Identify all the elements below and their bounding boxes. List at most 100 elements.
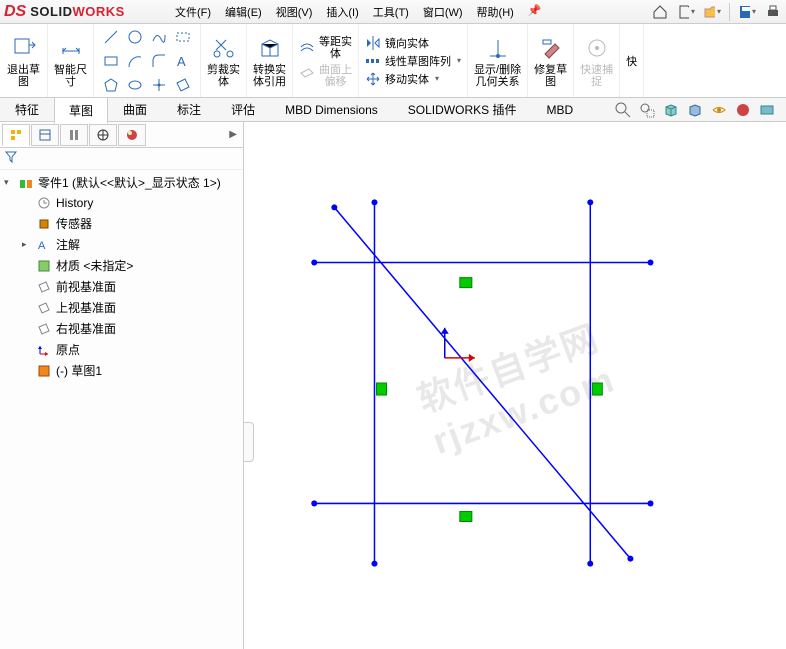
tab-sw-addin[interactable]: SOLIDWORKS 插件	[393, 96, 532, 123]
fm-tab-property[interactable]	[31, 124, 59, 146]
sketch-icon	[36, 363, 52, 379]
menu-insert[interactable]: 插入(I)	[320, 1, 364, 23]
offset-group: 等距实体 曲面上偏移	[293, 24, 359, 97]
offset-surface-label: 曲面上偏移	[319, 64, 352, 88]
zoom-area-icon[interactable]	[638, 101, 656, 119]
trim-label: 剪裁实体	[207, 64, 240, 88]
tree-top-plane[interactable]: ▸ 上视基准面	[0, 297, 243, 318]
tab-sketch[interactable]: 草图	[54, 97, 108, 124]
logo-works: WORKS	[72, 4, 124, 19]
edit-appearance-icon[interactable]	[734, 101, 752, 119]
tab-mbd[interactable]: MBD	[531, 98, 588, 122]
annotations-icon: A	[36, 237, 52, 253]
fillet-tool[interactable]	[148, 50, 170, 72]
menu-tools[interactable]: 工具(T)	[367, 1, 415, 23]
menu-view[interactable]: 视图(V)	[270, 1, 319, 23]
tab-feature[interactable]: 特征	[0, 96, 54, 123]
smart-dimension-button[interactable]: 智能尺寸	[48, 24, 94, 97]
corner-rect-tool[interactable]	[100, 50, 122, 72]
hide-show-icon[interactable]	[710, 101, 728, 119]
open-icon[interactable]: ▾	[703, 3, 721, 21]
polygon-tool[interactable]	[100, 74, 122, 96]
menu-help[interactable]: 帮助(H)	[471, 1, 520, 23]
repair-sketch-button[interactable]: 修复草图	[528, 24, 574, 97]
tree-right-plane[interactable]: ▸ 右视基准面	[0, 318, 243, 339]
tree-sensors[interactable]: ▸ 传感器	[0, 213, 243, 234]
tree-origin[interactable]: ▸ 原点	[0, 339, 243, 360]
fm-tab-dimxpert[interactable]	[89, 124, 117, 146]
expand-icon[interactable]: ▸	[22, 239, 32, 250]
move-button[interactable]: 移动实体▾	[365, 71, 461, 87]
trim-button[interactable]: 剪裁实体	[201, 24, 247, 97]
menu-file[interactable]: 文件(F)	[169, 1, 217, 23]
arc-tool[interactable]	[124, 50, 146, 72]
view-orientation-icon[interactable]	[662, 101, 680, 119]
tree-material[interactable]: ▸ 材质 <未指定>	[0, 255, 243, 276]
offset-entities-button[interactable]: 等距实体	[299, 34, 352, 60]
save-icon[interactable]: ▾	[738, 3, 756, 21]
tree-annotations[interactable]: ▸ A 注解	[0, 234, 243, 255]
spline-tool[interactable]	[148, 26, 170, 48]
plane-tool[interactable]	[172, 74, 194, 96]
workspace: ▶ ▾ 零件1 (默认<<默认>_显示状态 1>) ▸ History ▸ 传感…	[0, 122, 786, 649]
quick-label: 快	[626, 56, 637, 68]
convert-label: 转换实体引用	[253, 64, 286, 88]
command-tabs: 特征 草图 曲面 标注 评估 MBD Dimensions SOLIDWORKS…	[0, 98, 786, 122]
part-icon	[18, 175, 34, 191]
tab-evaluate[interactable]: 评估	[216, 96, 270, 123]
tab-mbd-dimensions[interactable]: MBD Dimensions	[270, 98, 393, 122]
home-icon[interactable]	[651, 3, 669, 21]
smart-dimension-label: 智能尺寸	[54, 64, 87, 88]
collapse-icon[interactable]: ▾	[4, 177, 14, 188]
offset-icon	[299, 39, 315, 55]
svg-text:A: A	[177, 54, 186, 69]
new-doc-icon[interactable]: ▾	[677, 3, 695, 21]
convert-button[interactable]: 转换实体引用	[247, 24, 293, 97]
tree-root[interactable]: ▾ 零件1 (默认<<默认>_显示状态 1>)	[0, 172, 243, 193]
show-relations-button[interactable]: 显示/删除几何关系	[468, 24, 528, 97]
line-tool[interactable]	[100, 26, 122, 48]
menu-edit[interactable]: 编辑(E)	[219, 1, 268, 23]
exit-sketch-button[interactable]: 退出草图	[0, 24, 48, 97]
titlebar-right: ▾ ▾ ▾	[651, 3, 782, 21]
tree-origin-label: 原点	[56, 341, 80, 358]
fm-tab-config[interactable]	[60, 124, 88, 146]
text-tool[interactable]: A	[172, 50, 194, 72]
linear-pattern-label: 线性草图阵列	[385, 53, 451, 69]
tree-front-plane[interactable]: ▸ 前视基准面	[0, 276, 243, 297]
display-style-icon[interactable]	[686, 101, 704, 119]
move-label: 移动实体	[385, 71, 429, 87]
smart-dimension-icon	[57, 34, 85, 62]
point-tool[interactable]	[148, 74, 170, 96]
tree-history[interactable]: ▸ History	[0, 193, 243, 213]
logo-solid: SOLID	[30, 4, 72, 19]
print-icon[interactable]	[764, 3, 782, 21]
relations-icon	[484, 34, 512, 62]
linear-pattern-icon	[365, 53, 381, 69]
fm-expand-icon[interactable]: ▶	[229, 129, 241, 140]
tree-annotations-label: 注解	[56, 236, 80, 253]
graphics-area[interactable]: 软件自学网rjzxw.com	[244, 122, 786, 649]
feature-manager-panel: ▶ ▾ 零件1 (默认<<默认>_显示状态 1>) ▸ History ▸ 传感…	[0, 122, 244, 649]
move-icon	[365, 71, 381, 87]
zoom-icon[interactable]	[614, 101, 632, 119]
circle-tool[interactable]	[124, 26, 146, 48]
quick-button[interactable]: 快	[620, 24, 644, 97]
tree-history-label: History	[56, 196, 93, 210]
mirror-button[interactable]: 镜向实体	[365, 35, 461, 51]
origin-icon	[36, 342, 52, 358]
fm-tab-tree[interactable]	[2, 124, 30, 146]
tree-front-plane-label: 前视基准面	[56, 278, 116, 295]
ellipse-tool[interactable]	[124, 74, 146, 96]
rect-tool[interactable]	[172, 26, 194, 48]
panel-flyout-handle[interactable]	[244, 422, 254, 462]
tab-annotate[interactable]: 标注	[162, 96, 216, 123]
tab-surface[interactable]: 曲面	[108, 96, 162, 123]
menu-window[interactable]: 窗口(W)	[417, 1, 469, 23]
menu-pin[interactable]: 📌	[522, 1, 548, 23]
tree-sketch1[interactable]: ▸ (-) 草图1	[0, 360, 243, 381]
linear-pattern-button[interactable]: 线性草图阵列▾	[365, 53, 461, 69]
fm-tab-display[interactable]	[118, 124, 146, 146]
filter-icon[interactable]	[4, 150, 18, 167]
apply-scene-icon[interactable]	[758, 101, 776, 119]
